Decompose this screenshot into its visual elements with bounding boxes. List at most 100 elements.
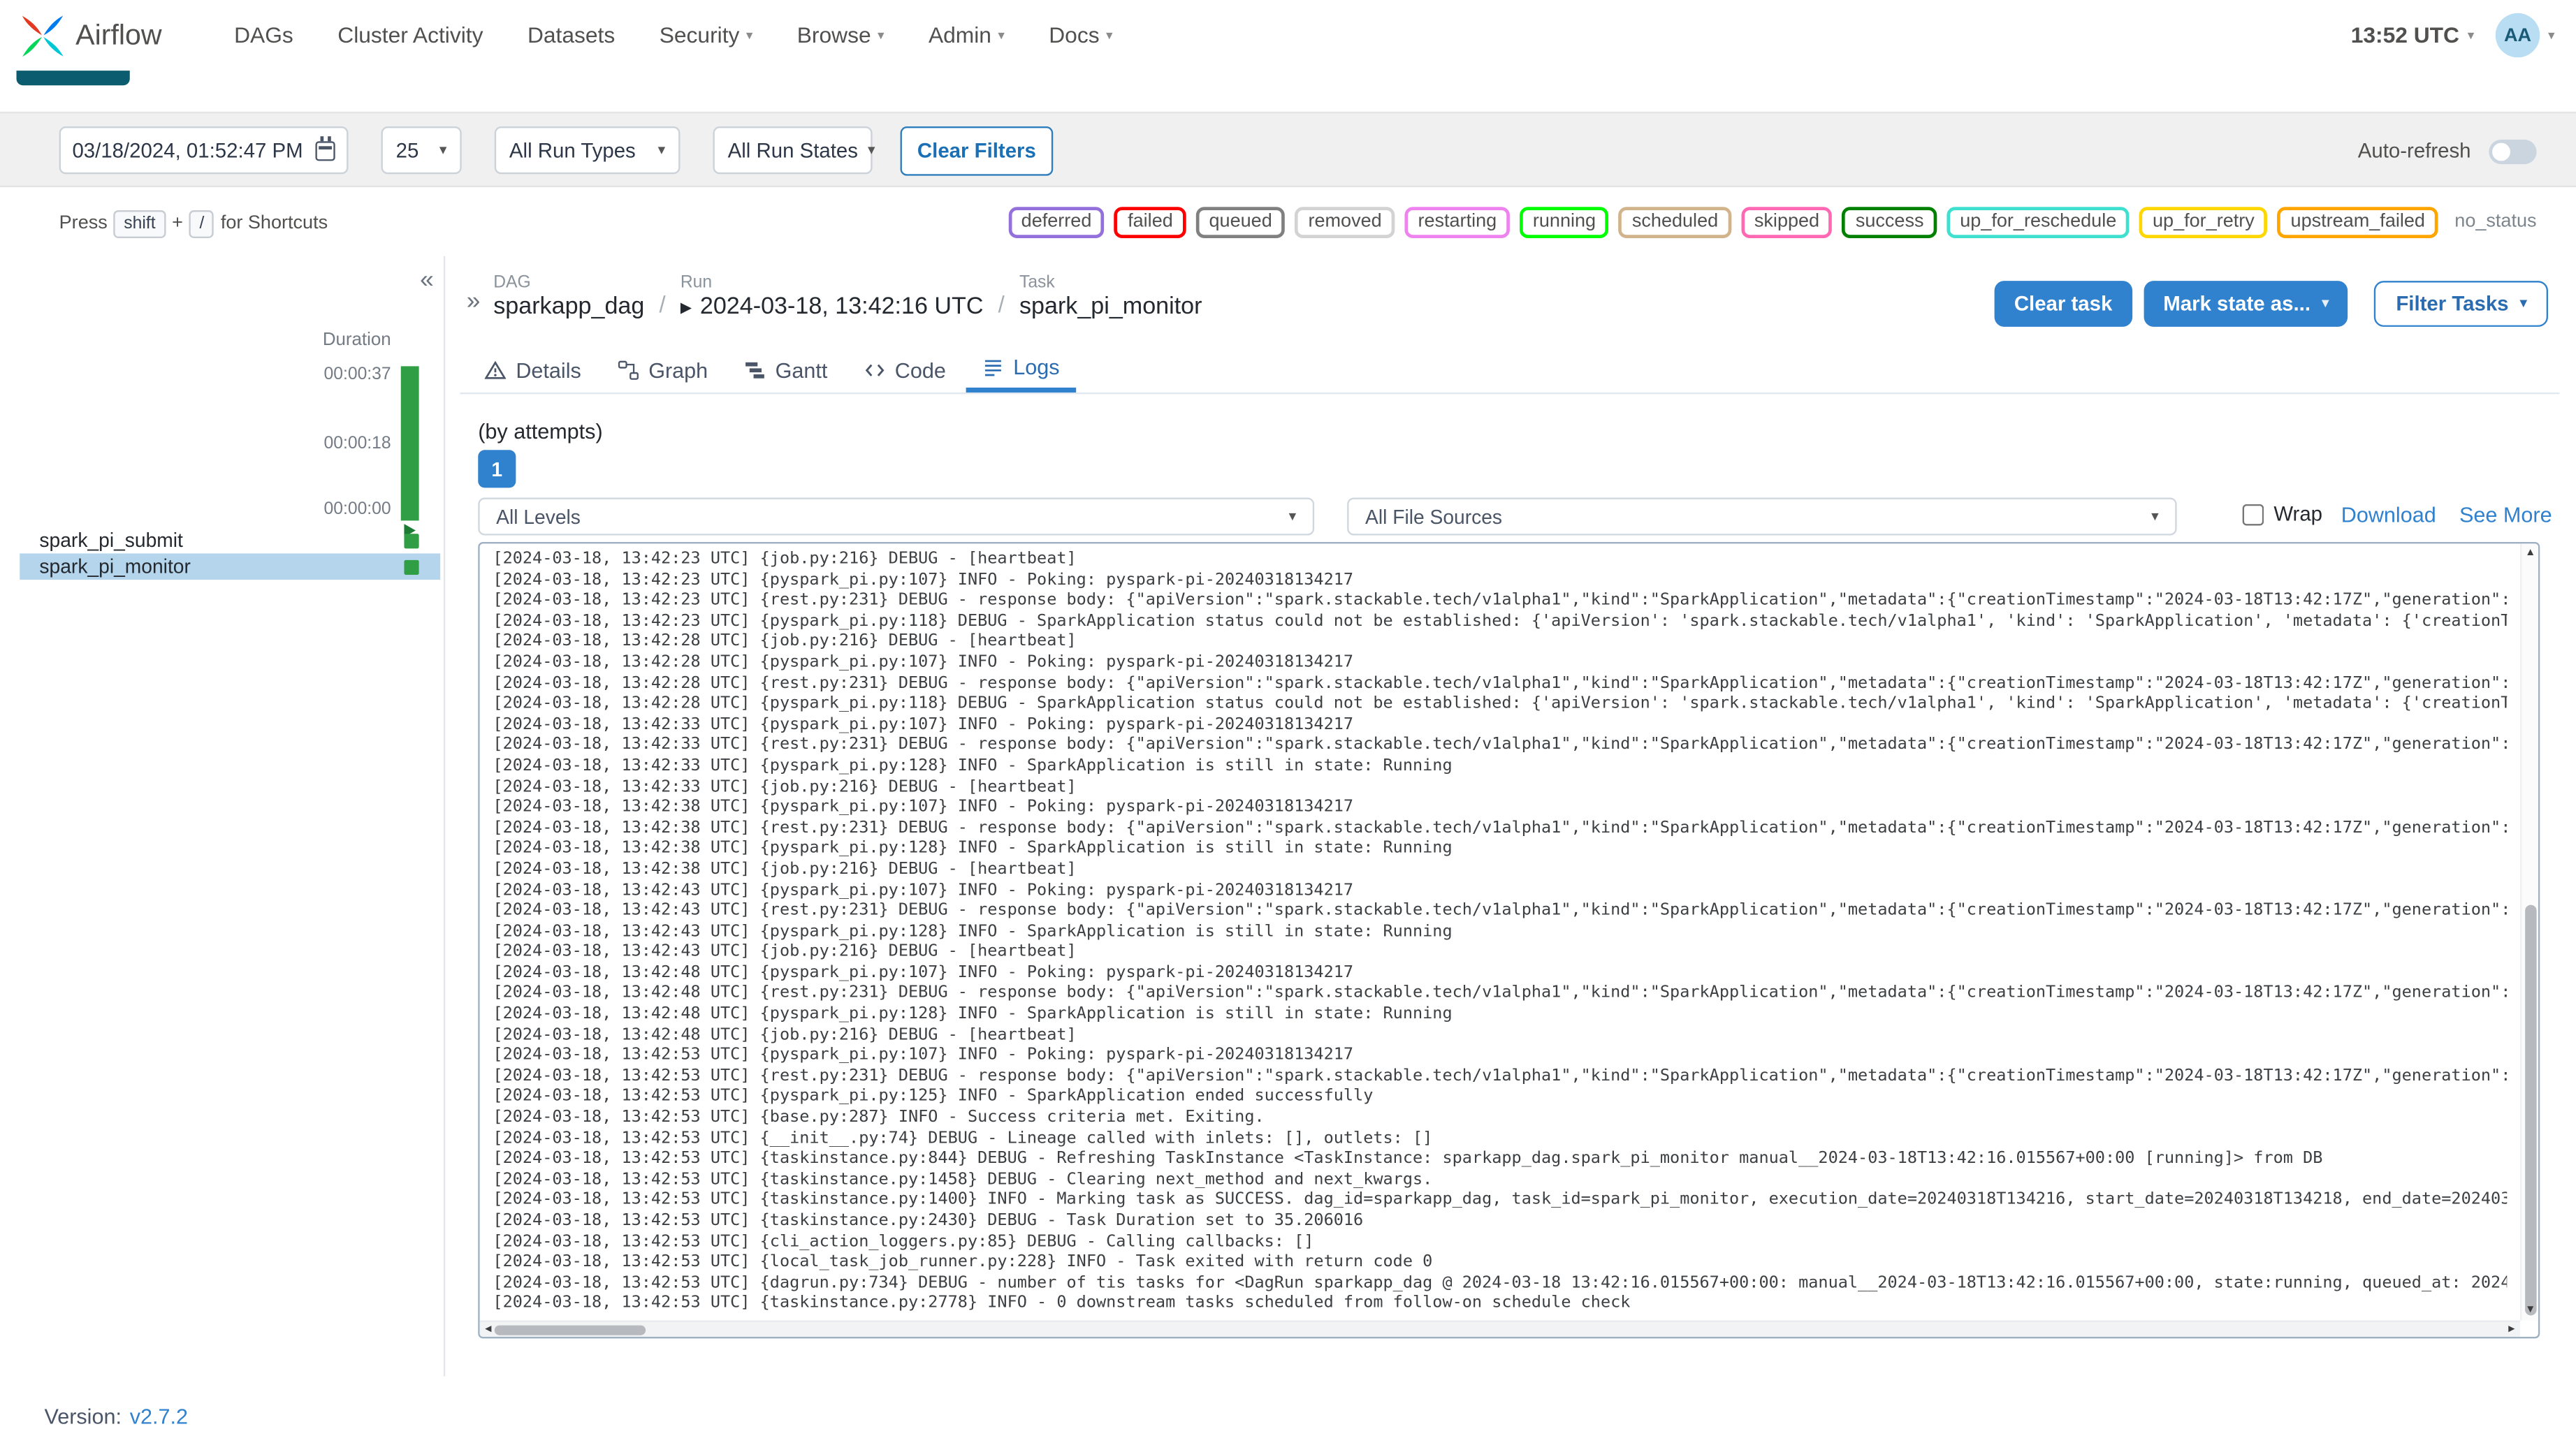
caret-down-icon: ▾ (439, 141, 447, 158)
collapse-grid-icon[interactable]: « (420, 266, 434, 294)
scroll-up-icon[interactable]: ▲ (2525, 548, 2535, 559)
log-line: [2024-03-18, 13:42:43 UTC] {rest.py:231}… (493, 902, 2508, 921)
nav-item-browse[interactable]: Browse ▾ (797, 23, 885, 47)
shift-key: shift (114, 210, 166, 237)
status-badge-no-status[interactable]: no_status (2447, 207, 2543, 238)
status-badge[interactable]: scheduled (1619, 207, 1731, 238)
download-link[interactable]: Download (2341, 503, 2436, 527)
log-line: [2024-03-18, 13:42:43 UTC] {job.py:216} … (493, 943, 1077, 962)
see-more-link[interactable]: See More (2459, 503, 2552, 527)
horizontal-scrollbar[interactable]: ◄ ► (479, 1320, 2521, 1338)
tab-code[interactable]: Code (847, 346, 963, 393)
nav-item-datasets[interactable]: Datasets (527, 23, 615, 47)
vertical-scrollbar[interactable]: ▲ ▼ (2520, 543, 2538, 1321)
log-level-value: All Levels (496, 505, 581, 528)
timezone-clock[interactable]: 13:52 UTC (2351, 23, 2459, 47)
partially-visible-button[interactable] (16, 71, 130, 86)
nav-item-dags[interactable]: DAGs (234, 23, 293, 47)
log-line: [2024-03-18, 13:42:23 UTC] {pyspark_pi.p… (493, 612, 2507, 631)
nav-item-admin[interactable]: Admin ▾ (929, 23, 1005, 47)
filter-tasks-button[interactable]: Filter Tasks ▾ (2374, 281, 2549, 327)
log-line: [2024-03-18, 13:42:43 UTC] {pyspark_pi.p… (493, 881, 1354, 900)
breadcrumb: » DAG sparkapp_dag / Run ▶ 2024-03-18, 1… (467, 272, 1202, 320)
run-types-select[interactable]: All Run Types ▾ (494, 126, 681, 175)
slash-key: / (189, 210, 214, 237)
version-link[interactable]: v2.7.2 (130, 1404, 188, 1428)
run-states-select[interactable]: All Run States ▾ (713, 126, 875, 175)
dag-crumb-value[interactable]: sparkapp_dag (493, 294, 644, 321)
log-level-filter-select[interactable]: All Levels ▾ (478, 497, 1315, 536)
task-crumb-label: Task (1019, 272, 1055, 293)
task-detail-panel: » DAG sparkapp_dag / Run ▶ 2024-03-18, 1… (460, 256, 2560, 1389)
scroll-left-icon[interactable]: ◄ (483, 1324, 493, 1335)
auto-refresh-toggle[interactable] (2489, 139, 2537, 165)
status-badge[interactable]: queued (1195, 207, 1286, 238)
tab-logs[interactable]: Logs (966, 346, 1077, 393)
shortcuts-hint: Press shift + / for Shortcuts (59, 210, 328, 237)
nav-item-cluster-activity[interactable]: Cluster Activity (337, 23, 483, 47)
vertical-scrollbar-thumb[interactable] (2525, 904, 2537, 1316)
status-badge[interactable]: success (1842, 207, 1937, 238)
horizontal-scrollbar-thumb[interactable] (494, 1325, 646, 1335)
caret-down-icon: ▾ (2467, 27, 2475, 42)
duration-tick: 00:00:37 (323, 365, 391, 385)
status-badge[interactable]: restarting (1404, 207, 1510, 238)
scroll-down-icon[interactable]: ▼ (2525, 1304, 2535, 1315)
calendar-icon[interactable] (315, 136, 335, 161)
status-badge[interactable]: running (1520, 207, 1609, 238)
attempt-1-button[interactable]: 1 (478, 450, 516, 488)
status-badge[interactable]: skipped (1741, 207, 1833, 238)
caret-down-icon: ▾ (657, 141, 666, 158)
run-crumb-value[interactable]: ▶ 2024-03-18, 13:42:16 UTC (681, 294, 984, 321)
caret-down-icon: ▾ (2151, 507, 2159, 525)
log-line: [2024-03-18, 13:42:33 UTC] {job.py:216} … (493, 777, 1077, 796)
status-badge[interactable]: removed (1295, 207, 1395, 238)
toggle-knob (2492, 142, 2510, 161)
tab-label: Logs (1013, 354, 1060, 380)
mark-state-as-button[interactable]: Mark state as... ▾ (2144, 281, 2349, 327)
base-date-input[interactable]: 03/18/2024, 01:52:47 PM (59, 126, 349, 175)
log-line: [2024-03-18, 13:42:33 UTC] {pyspark_pi.p… (493, 756, 1453, 775)
code-tab-icon (865, 363, 884, 376)
tab-label: Code (894, 357, 946, 382)
auto-refresh-label: Auto-refresh (2357, 139, 2471, 163)
status-badge[interactable]: deferred (1007, 207, 1105, 238)
status-badge[interactable]: up_for_retry (2139, 207, 2268, 238)
clear-task-button[interactable]: Clear task (1994, 281, 2132, 327)
chevrons-right-icon[interactable]: » (467, 287, 481, 315)
user-avatar[interactable]: AA (2495, 13, 2540, 58)
task-crumb-value[interactable]: spark_pi_monitor (1019, 294, 1202, 321)
airflow-logo-icon (22, 15, 64, 56)
page-size-select[interactable]: 25 ▾ (381, 126, 462, 175)
nav-item-security[interactable]: Security ▾ (660, 23, 753, 47)
tab-gantt[interactable]: Gantt (727, 346, 843, 393)
tab-details[interactable]: Details (468, 346, 597, 393)
scroll-right-icon[interactable]: ► (2506, 1324, 2517, 1335)
wrap-toggle[interactable]: Wrap (2242, 503, 2322, 525)
caret-down-icon: ▾ (1288, 507, 1297, 525)
status-badge[interactable]: upstream_failed (2277, 207, 2438, 238)
nav-item-label: Cluster Activity (337, 22, 483, 48)
tab-graph[interactable]: Graph (601, 346, 725, 393)
version-label: Version: (44, 1404, 122, 1429)
task-row-spark-pi-monitor[interactable]: spark_pi_monitor (20, 553, 441, 580)
task-instance-success-square[interactable] (404, 559, 419, 574)
log-line: [2024-03-18, 13:42:53 UTC] {taskinstance… (493, 1171, 1433, 1189)
dag-run-duration-bar[interactable] (400, 366, 419, 521)
task-row-spark-pi-submit[interactable]: spark_pi_submit (20, 527, 440, 554)
breadcrumb-separator: / (659, 291, 666, 317)
log-line: [2024-03-18, 13:42:38 UTC] {pyspark_pi.p… (493, 840, 1453, 858)
task-instance-success-square[interactable] (404, 533, 419, 548)
log-line: [2024-03-18, 13:42:23 UTC] {pyspark_pi.p… (493, 571, 1354, 589)
log-line: [2024-03-18, 13:42:38 UTC] {job.py:216} … (493, 860, 1077, 879)
nav-item-docs[interactable]: Docs ▾ (1049, 23, 1112, 47)
wrap-checkbox[interactable] (2242, 503, 2264, 525)
clear-filters-button[interactable]: Clear Filters (900, 126, 1054, 176)
log-line: [2024-03-18, 13:42:53 UTC] {taskinstance… (493, 1191, 2508, 1210)
nav-item-label: Security (659, 22, 740, 48)
status-badge[interactable]: failed (1114, 207, 1186, 238)
status-badge[interactable]: up_for_reschedule (1946, 207, 2130, 238)
version-footer: Version: v2.7.2 (44, 1404, 188, 1428)
log-source-filter-select[interactable]: All File Sources ▾ (1347, 497, 2177, 536)
airflow-brand-link[interactable]: Airflow (22, 14, 162, 57)
